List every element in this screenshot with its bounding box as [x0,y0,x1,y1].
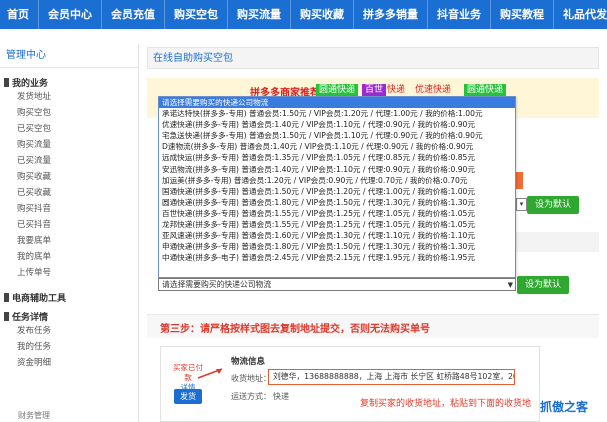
sidebar-group-my: 我的业务 [0,76,138,89]
ship-button: 发货 [174,389,202,404]
secondary-select-arrow[interactable]: ▾ [516,198,527,211]
dropdown-option[interactable]: 百世快递(拼多多-专用) 普通会员:1.55元 / VIP会员:1.25元 / … [159,208,515,219]
dropdown-option[interactable]: 中通快递(拼多多-电子) 普通会员:2.45元 / VIP会员:2.15元 / … [159,252,515,263]
sidebar-item-bought-package[interactable]: 已买空包 [0,121,138,137]
step3-instruction: 第三步：请严格按样式图去复制地址提交，否则无法购买单号 [160,324,430,335]
copy-hint: 复制买家的收货地址，粘贴到下面的收货地 [360,399,532,409]
dropdown-option[interactable]: 龙邦快递(拼多多-专用) 普通会员:1.55元 / VIP会员:1.25元 / … [159,219,515,230]
sidebar-item-buy-favorites[interactable]: 购买收藏 [0,169,138,185]
shipping-method-label: 运送方式： [231,392,271,401]
dropdown-option[interactable]: 请选择需要购买的快递公司物流 [159,97,515,109]
address-example: 刘德华，13688888888，上海 上海市 长宁区 虹桥路48号102室，20… [268,369,515,385]
nav-member-center[interactable]: 会员中心 [39,0,102,29]
group-marker-icon [4,312,9,321]
sidebar-item-my-tasks[interactable]: 我的任务 [0,339,138,355]
dropdown-option[interactable]: D速物流(拼多多-专用) 普通会员:1.40元 / VIP会员:1.10元 / … [159,141,515,152]
dropdown-option[interactable]: 加运美(拼多多-专用) 普通会员:1.20元 / VIP会员:0.90元 / 代… [159,175,515,186]
top-nav: 首页 会员中心 会员充值 购买空包 购买流量 购买收藏 拼多多销量 抖音业务 购… [0,0,607,29]
sidebar-item-bought-favorites[interactable]: 已买收藏 [0,185,138,201]
dropdown-option[interactable]: 优速快递(拼多多-专用) 普通会员:1.40元 / VIP会员:1.10元 / … [159,119,515,130]
watermark: 抓傲之客 [540,400,589,414]
sidebar-item-publish-task[interactable]: 发布任务 [0,323,138,339]
sidebar-item-bought-traffic[interactable]: 已买流量 [0,153,138,169]
sidebar-item-funds[interactable]: 资金明细 [0,355,138,371]
sidebar-item-buy-douyin[interactable]: 购买抖音 [0,201,138,217]
group-marker-icon [4,293,9,302]
dropdown-option[interactable]: 承诺达特快(拼多多-专用) 普通会员:1.50元 / VIP会员:1.20元 /… [159,108,515,119]
sidebar-group-tools: 电商辅助工具 [0,291,138,304]
nav-buy-favorites[interactable]: 购买收藏 [291,0,354,29]
sidebar-item-my-receipt[interactable]: 我的底单 [0,249,138,265]
nav-pdd-sales[interactable]: 拼多多销量 [354,0,428,29]
nav-gift-shipping[interactable]: 礼品代发 [554,0,607,29]
sidebar-item-bought-douyin[interactable]: 已买抖音 [0,217,138,233]
arrow-icon [197,368,223,379]
group-marker-icon [4,78,9,87]
shipping-info-title: 物流信息 [231,357,266,367]
nav-douyin[interactable]: 抖音业务 [428,0,491,29]
sidebar-item-address[interactable]: 发货地址 [0,89,138,105]
chevron-down-icon[interactable]: ▼ [508,280,513,291]
dropdown-option[interactable]: 安迅物流(拼多多-专用) 普通会员:1.40元 / VIP会员:1.10元 / … [159,164,515,175]
set-default-button-2[interactable]: 设为默认 [517,276,569,294]
courier-select-value: 请选择需要购买的快递公司物流 [162,280,272,289]
dropdown-option[interactable]: 远成快运(拼多多-专用) 普通会员:1.35元 / VIP会员:1.05元 / … [159,152,515,163]
sidebar-item-buy-package[interactable]: 购买空包 [0,105,138,121]
sidebar-group-tasks-label: 任务详情 [12,313,49,323]
sidebar-title: 管理中心 [0,44,138,68]
courier-select[interactable]: 请选择需要购买的快递公司物流 ▼ [158,278,516,291]
dropdown-option[interactable]: 亚风速递(拼多多-专用) 普通会员:1.60元 / VIP会员:1.30元 / … [159,230,515,241]
sidebar-item-finance[interactable]: 财务管理 [18,410,50,421]
nav-home[interactable]: 首页 [0,0,39,29]
set-default-button-1[interactable]: 设为默认 [527,196,579,214]
sidebar-group-tasks: 任务详情 [0,310,138,323]
courier-dropdown-list: 请选择需要购买的快递公司物流 承诺达特快(拼多多-专用) 普通会员:1.50元 … [158,96,516,278]
nav-tutorial[interactable]: 购买教程 [491,0,554,29]
nav-buy-package[interactable]: 购买空包 [165,0,228,29]
dropdown-option[interactable]: 申通快递(拼多多-专用) 普通会员:1.80元 / VIP会员:1.50元 / … [159,241,515,252]
sidebar: 管理中心 我的业务 发货地址 购买空包 已买空包 购买流量 已买流量 购买收藏 … [0,44,139,422]
address-label: 收货地址： [231,374,271,383]
nav-recharge[interactable]: 会员充值 [102,0,165,29]
dropdown-option[interactable]: 宅急送快递(拼多多-专用) 普通会员:1.50元 / VIP会员:1.10元 /… [159,130,515,141]
sidebar-item-buy-traffic[interactable]: 购买流量 [0,137,138,153]
dropdown-option[interactable]: 国通快递(拼多多-专用) 普通会员:1.50元 / VIP会员:1.20元 / … [159,186,515,197]
sidebar-item-upload-number[interactable]: 上传单号 [0,265,138,281]
sidebar-group-my-label: 我的业务 [12,79,49,89]
page-title: 在线自助购买空包 [147,47,599,69]
sidebar-group-tools-label: 电商辅助工具 [12,294,67,304]
gray-strip [516,232,599,252]
page-root: { "nav": ["首页", "会员中心", "会员充值", "购买空包", … [0,0,607,422]
dropdown-option[interactable]: 圆通快递(拼多多-专用) 普通会员:1.80元 / VIP会员:1.50元 / … [159,197,515,208]
nav-buy-traffic[interactable]: 购买流量 [228,0,291,29]
shipping-method-value: 快递 [273,392,289,401]
sidebar-item-request-receipt[interactable]: 我要底单 [0,233,138,249]
dropdown-option[interactable] [159,263,515,274]
